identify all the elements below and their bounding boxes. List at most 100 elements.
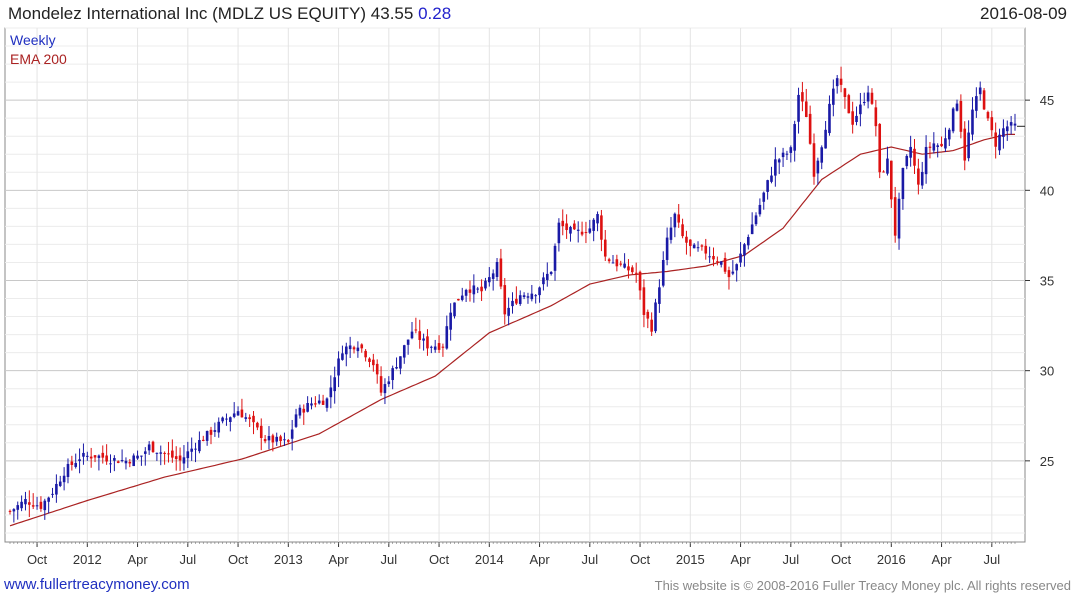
y-tick-label: 30: [1040, 364, 1054, 379]
candle-body: [835, 78, 839, 87]
candle-body: [673, 213, 677, 228]
candle-body: [866, 92, 870, 102]
candle-body: [35, 505, 39, 507]
candle-body: [638, 271, 642, 291]
candle-body: [677, 214, 681, 223]
candle-body: [828, 103, 831, 134]
plot-area: [4, 27, 1026, 543]
candle-body: [623, 263, 626, 268]
candle-body: [20, 501, 23, 509]
candle-body: [221, 417, 224, 422]
candle-body: [283, 439, 286, 441]
candle-body: [136, 455, 139, 459]
candle-body: [391, 368, 394, 381]
candle-body: [600, 215, 603, 240]
candle-body: [801, 92, 804, 102]
candle-body: [975, 96, 978, 111]
x-tick-label: Oct: [630, 552, 651, 567]
candle-body: [217, 421, 221, 433]
candle-body: [325, 398, 329, 408]
candle-body: [580, 231, 584, 235]
candle-body: [569, 227, 572, 234]
candle-body: [426, 336, 429, 349]
x-tick-label: Jul: [983, 552, 1000, 567]
x-tick-label: Oct: [429, 552, 450, 567]
candle-body: [816, 160, 820, 174]
candle-body: [928, 146, 932, 148]
candle-body: [143, 451, 147, 454]
candle-body: [495, 262, 499, 277]
candle-body: [758, 204, 762, 215]
x-tick-label: Jul: [179, 552, 196, 567]
candle-body: [750, 224, 754, 235]
candle-body: [240, 409, 244, 418]
candle-body: [692, 244, 696, 249]
candle-body: [453, 302, 456, 317]
candle-body: [78, 459, 81, 462]
candle-body: [167, 453, 170, 455]
candle-body: [86, 455, 89, 457]
candle-body: [248, 417, 251, 420]
candle-body: [978, 87, 982, 95]
candle-body: [746, 236, 750, 246]
candle-body: [971, 109, 974, 135]
candle-body: [870, 92, 874, 104]
candle-body: [341, 353, 344, 360]
candle-body: [194, 448, 197, 450]
candle-body: [1009, 122, 1013, 126]
x-tick-label: Oct: [27, 552, 48, 567]
candle-body: [182, 457, 186, 464]
candle-body: [665, 237, 669, 260]
candle-body: [553, 245, 557, 271]
candle-body: [526, 296, 530, 298]
candle-body: [743, 244, 746, 256]
candle-body: [781, 152, 785, 158]
candle-body: [178, 455, 182, 461]
candle-body: [874, 107, 878, 127]
candle-body: [1013, 123, 1017, 126]
candle-body: [352, 347, 356, 350]
candle-body: [507, 307, 510, 316]
candle-body: [287, 440, 290, 442]
candle-body: [986, 112, 990, 119]
candle-body: [186, 451, 190, 459]
candle-body: [777, 159, 781, 163]
candle-body: [387, 381, 391, 385]
candle-body: [549, 271, 553, 275]
candle-body: [650, 319, 653, 332]
candle-body: [120, 460, 124, 462]
candle-body: [770, 175, 773, 182]
candle-body: [901, 167, 905, 200]
footer-website-link[interactable]: www.fullertreacymoney.com: [4, 576, 190, 593]
candle-body: [596, 214, 599, 224]
candle-body: [414, 329, 418, 331]
candle-body: [951, 108, 955, 132]
candle-body: [314, 403, 317, 405]
candle-body: [689, 239, 692, 246]
candle-body: [700, 245, 704, 247]
candle-body: [824, 129, 827, 149]
candle-body: [685, 236, 688, 243]
candle-body: [236, 411, 240, 416]
candle-body: [256, 422, 259, 428]
candle-body: [766, 180, 769, 192]
candle-body: [105, 455, 108, 462]
candle-body: [959, 101, 963, 132]
candle-body: [433, 346, 437, 350]
candle-body: [101, 452, 105, 458]
candle-body: [201, 439, 205, 442]
candle-body: [561, 220, 565, 227]
candle-body: [375, 363, 379, 375]
candle-body: [940, 143, 943, 147]
candle-body: [588, 228, 592, 233]
candle-body: [774, 159, 777, 176]
candle-body: [719, 261, 723, 265]
candle-body: [140, 455, 143, 457]
x-tick-label: Oct: [831, 552, 852, 567]
candle-body: [658, 287, 661, 304]
candle-body: [669, 227, 673, 240]
candle-body: [259, 425, 263, 438]
candle-body: [967, 132, 970, 159]
candle-body: [124, 460, 128, 464]
candle-body: [619, 263, 623, 265]
